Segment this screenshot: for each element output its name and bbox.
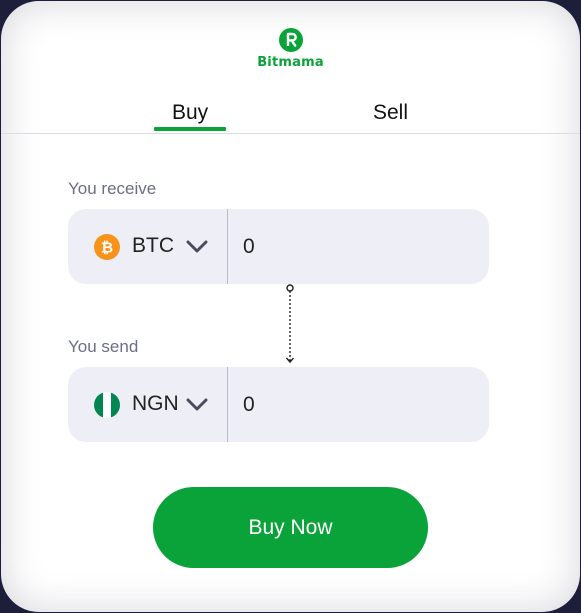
tab-sell[interactable]: Sell [373,101,408,125]
trade-tabs: Buy Sell [1,97,580,134]
brand-logo: Bitmama [1,28,580,70]
receive-currency-code: BTC [132,234,174,257]
exchange-widget: Bitmama Buy Sell You receive ₿ BTC You s… [1,1,580,612]
tab-buy[interactable]: Buy [172,101,208,125]
active-tab-indicator [154,127,226,131]
send-currency-code: NGN [132,392,179,415]
send-field: NGN [68,367,489,442]
receive-amount-input[interactable] [243,227,473,267]
buy-now-button[interactable]: Buy Now [153,487,428,568]
send-currency-select[interactable]: NGN [68,367,228,442]
svg-text:₿: ₿ [101,239,113,257]
send-label: You send [68,337,139,356]
chevron-down-icon [186,398,208,411]
send-amount-input[interactable] [243,385,473,425]
bitmama-logo-icon [278,28,303,52]
brand-name: Bitmama [257,55,324,70]
bitcoin-icon: ₿ [94,234,120,260]
chevron-down-icon [186,240,208,253]
receive-currency-select[interactable]: ₿ BTC [68,209,228,284]
nigeria-flag-icon [94,392,120,418]
receive-label: You receive [68,179,157,198]
swap-arrow-icon[interactable] [283,283,297,365]
receive-field: ₿ BTC [68,209,489,284]
